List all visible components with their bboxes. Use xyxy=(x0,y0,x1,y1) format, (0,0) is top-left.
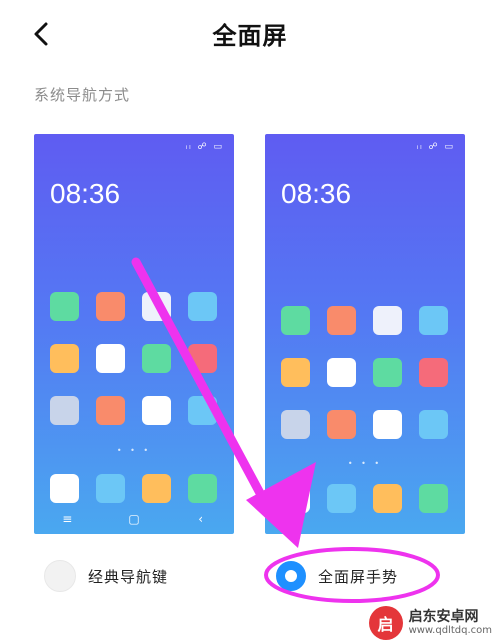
app-icon xyxy=(281,410,310,439)
page-dots: • • • xyxy=(347,459,383,468)
clock-time: 08:36 xyxy=(50,178,121,209)
app-icon xyxy=(419,306,448,335)
app-icon xyxy=(188,396,217,425)
app-icon xyxy=(281,358,310,387)
home-icon: ▢ xyxy=(128,512,140,526)
section-label: 系统导航方式 xyxy=(34,86,131,104)
watermark: 启 启东安卓网 www.qdltdq.com xyxy=(368,606,492,640)
app-icon xyxy=(327,306,356,335)
app-grid xyxy=(281,306,448,439)
header: 全面屏 xyxy=(0,0,500,70)
dock-app-icon xyxy=(327,484,356,513)
option-label: 全面屏手势 xyxy=(318,567,399,586)
option-label: 经典导航键 xyxy=(88,567,169,586)
app-icon xyxy=(188,344,217,373)
dock-app-icon xyxy=(96,474,125,503)
app-icon xyxy=(188,292,217,321)
menu-icon: ≡ xyxy=(62,512,73,526)
classic-nav-preview[interactable]: ᵢₗ ☍ ▭ 08:36 • • • ≡ ▢ ‹ xyxy=(34,134,234,534)
watermark-logo-icon: 启 xyxy=(368,606,403,640)
page-title: 全面屏 xyxy=(212,22,288,50)
app-icon xyxy=(96,344,125,373)
app-icon xyxy=(327,358,356,387)
app-icon xyxy=(419,358,448,387)
dock-app-icon xyxy=(281,484,310,513)
gesture-nav-preview[interactable]: ᵢₗ ☍ ▭ 08:36 • • • xyxy=(265,134,465,534)
app-icon xyxy=(96,396,125,425)
app-icon xyxy=(50,344,79,373)
radio-button[interactable] xyxy=(44,560,76,592)
dock-app-icon xyxy=(142,474,171,503)
watermark-title: 启东安卓网 xyxy=(408,608,479,625)
app-dock xyxy=(50,474,217,503)
app-icon xyxy=(373,358,402,387)
app-icon xyxy=(50,292,79,321)
app-icon xyxy=(281,306,310,335)
app-icon xyxy=(96,292,125,321)
app-icon xyxy=(142,396,171,425)
app-icon xyxy=(373,410,402,439)
app-icon xyxy=(373,306,402,335)
radio-button-selected[interactable] xyxy=(276,561,306,591)
app-icon xyxy=(50,396,79,425)
app-icon xyxy=(142,344,171,373)
app-icon xyxy=(142,292,171,321)
app-grid xyxy=(50,292,217,425)
dock-app-icon xyxy=(419,484,448,513)
nav-bar: ≡ ▢ ‹ xyxy=(34,512,234,526)
status-icons: ᵢₗ ☍ ▭ xyxy=(185,142,224,152)
dock-app-icon xyxy=(373,484,402,513)
dock-app-icon xyxy=(188,474,217,503)
app-dock xyxy=(281,484,448,513)
watermark-url: www.qdltdq.com xyxy=(408,625,492,637)
app-icon xyxy=(327,410,356,439)
option-gesture-nav[interactable]: 全面屏手势 xyxy=(276,558,398,594)
clock-time: 08:36 xyxy=(281,178,352,209)
dock-app-icon xyxy=(50,474,79,503)
option-classic-nav[interactable]: 经典导航键 xyxy=(44,558,168,594)
page-dots: • • • xyxy=(116,446,152,455)
app-icon xyxy=(419,410,448,439)
back-icon: ‹ xyxy=(198,512,204,526)
status-icons: ᵢₗ ☍ ▭ xyxy=(416,142,455,152)
